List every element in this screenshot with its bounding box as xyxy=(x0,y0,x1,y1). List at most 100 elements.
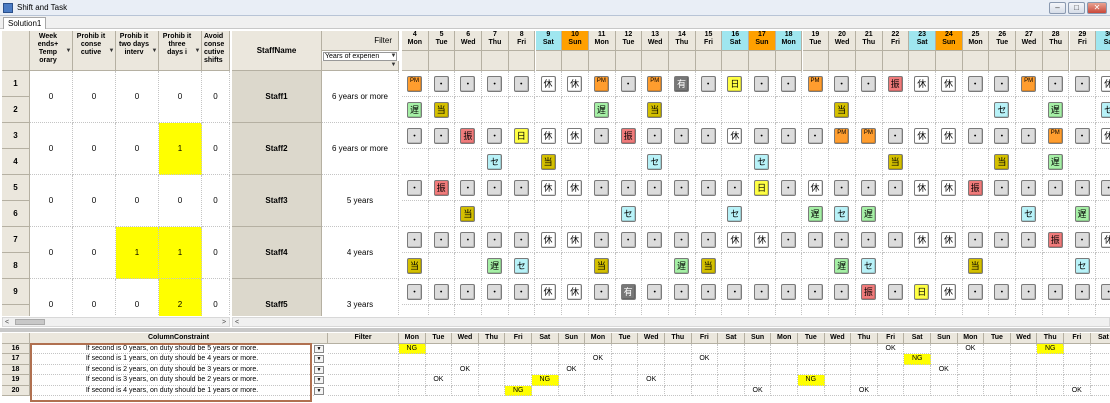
chevron-down-icon[interactable]: ▼ xyxy=(390,62,397,69)
schedule-cell[interactable] xyxy=(508,97,536,123)
shift-box[interactable]: ・ xyxy=(407,284,422,300)
schedule-cell[interactable] xyxy=(669,305,696,316)
shift-box[interactable]: 休 xyxy=(941,180,956,196)
shift-box[interactable]: 休 xyxy=(540,180,556,196)
shift-box[interactable]: 休 xyxy=(540,232,556,248)
schedule-cell[interactable] xyxy=(882,201,910,227)
schedule-cell[interactable] xyxy=(1016,305,1043,316)
constraint-dropdown[interactable]: ▼ xyxy=(314,376,324,385)
schedule-cell[interactable] xyxy=(776,305,803,316)
filter-dropdown-icon[interactable]: ▼ xyxy=(151,48,158,55)
shift-box[interactable]: ・ xyxy=(807,232,823,248)
schedule-cell[interactable] xyxy=(669,149,696,175)
shift-box[interactable]: 当 xyxy=(700,258,716,274)
shift-box[interactable]: PM xyxy=(834,128,850,144)
shift-box[interactable]: 遅 xyxy=(1074,206,1090,222)
schedule-cell[interactable] xyxy=(455,253,483,279)
filter-cell[interactable] xyxy=(328,364,399,376)
schedule-cell[interactable] xyxy=(615,253,643,279)
shift-box[interactable]: ・ xyxy=(487,232,503,248)
schedule-cell[interactable] xyxy=(963,305,990,316)
schedule-cell[interactable] xyxy=(562,149,589,175)
shift-box[interactable]: 遅 xyxy=(860,206,876,222)
shift-box[interactable]: ・ xyxy=(1074,76,1090,92)
schedule-cell[interactable] xyxy=(989,305,1017,316)
schedule-cell[interactable] xyxy=(1096,149,1110,175)
shift-box[interactable]: 日 xyxy=(754,180,770,196)
constraint-value-cell[interactable]: 0 xyxy=(116,279,159,316)
shift-box[interactable]: 休 xyxy=(914,76,930,92)
schedule-cell[interactable] xyxy=(616,305,643,316)
shift-box[interactable]: ・ xyxy=(407,232,422,248)
schedule-cell[interactable] xyxy=(428,201,456,227)
shift-box[interactable]: ・ xyxy=(754,128,770,144)
shift-box[interactable]: 当 xyxy=(994,154,1010,170)
filter-cell[interactable] xyxy=(328,385,399,396)
schedule-cell[interactable] xyxy=(855,97,883,123)
shift-box[interactable]: 振 xyxy=(620,128,636,144)
schedule-cell[interactable] xyxy=(509,305,536,316)
minimize-button[interactable]: – xyxy=(1049,2,1066,14)
shift-box[interactable]: ・ xyxy=(513,180,529,196)
schedule-cell[interactable] xyxy=(1016,149,1043,175)
constraint-value-cell[interactable]: 0 xyxy=(116,123,159,175)
shift-box[interactable]: 有 xyxy=(674,76,689,92)
shift-box[interactable]: セ xyxy=(994,102,1010,118)
schedule-cell[interactable] xyxy=(962,149,990,175)
schedule-cell[interactable] xyxy=(882,253,910,279)
shift-box[interactable]: 当 xyxy=(433,102,449,118)
shift-box[interactable]: 休 xyxy=(914,180,930,196)
schedule-cell[interactable] xyxy=(536,305,563,316)
schedule-cell[interactable] xyxy=(722,149,750,175)
shift-box[interactable]: 休 xyxy=(1101,232,1110,248)
schedule-cell[interactable] xyxy=(936,201,963,227)
shift-box[interactable]: 休 xyxy=(567,76,583,92)
shift-box[interactable]: ・ xyxy=(1021,284,1037,300)
schedule-cell[interactable] xyxy=(802,97,830,123)
shift-box[interactable]: ・ xyxy=(834,76,850,92)
shift-box[interactable]: ・ xyxy=(780,128,796,144)
shift-box[interactable]: ・ xyxy=(460,180,476,196)
shift-box[interactable]: 当 xyxy=(647,102,663,118)
schedule-cell[interactable] xyxy=(989,253,1017,279)
filter-dropdown-icon[interactable]: ▼ xyxy=(108,48,115,55)
schedule-cell[interactable] xyxy=(962,97,990,123)
close-button[interactable]: ✕ xyxy=(1087,2,1107,14)
shift-box[interactable]: ・ xyxy=(487,180,503,196)
shift-box[interactable]: PM xyxy=(860,128,876,144)
shift-box[interactable]: 遅 xyxy=(807,206,823,222)
shift-box[interactable]: ・ xyxy=(433,76,449,92)
shift-box[interactable]: 休 xyxy=(540,284,556,300)
scroll-thumb[interactable] xyxy=(15,319,45,325)
constraint-value-cell[interactable]: 0 xyxy=(30,123,73,175)
constraint-value-cell[interactable]: 0 xyxy=(202,175,230,227)
pane-splitter[interactable] xyxy=(0,328,1110,332)
schedule-cell[interactable] xyxy=(749,253,776,279)
shift-box[interactable]: ・ xyxy=(780,284,796,300)
shift-box[interactable]: ・ xyxy=(994,232,1010,248)
schedule-cell[interactable] xyxy=(775,201,803,227)
shift-box[interactable]: 休 xyxy=(727,128,743,144)
shift-box[interactable]: ・ xyxy=(433,284,449,300)
shift-box[interactable]: ・ xyxy=(967,76,983,92)
shift-box[interactable]: PM xyxy=(407,76,422,92)
shift-box[interactable]: ・ xyxy=(860,76,876,92)
shift-box[interactable]: ・ xyxy=(674,180,689,196)
shift-box[interactable]: ・ xyxy=(1047,180,1063,196)
shift-box[interactable]: ・ xyxy=(1021,232,1037,248)
shift-box[interactable]: ・ xyxy=(807,128,823,144)
schedule-cell[interactable] xyxy=(936,149,963,175)
shift-box[interactable]: ・ xyxy=(834,232,850,248)
constraint-value-cell[interactable]: 0 xyxy=(159,71,202,123)
schedule-cell[interactable] xyxy=(455,97,483,123)
filter-cell[interactable] xyxy=(328,375,399,386)
shift-box[interactable]: ・ xyxy=(487,76,503,92)
filter-cell[interactable] xyxy=(328,344,399,355)
schedule-cell[interactable] xyxy=(1096,305,1110,316)
shift-box[interactable]: 振 xyxy=(860,284,876,300)
shift-box[interactable]: ・ xyxy=(967,232,983,248)
schedule-cell[interactable] xyxy=(989,201,1017,227)
schedule-cell[interactable] xyxy=(402,305,429,316)
constraint-value-cell[interactable]: 0 xyxy=(202,227,230,279)
shift-box[interactable]: PM xyxy=(1021,76,1037,92)
